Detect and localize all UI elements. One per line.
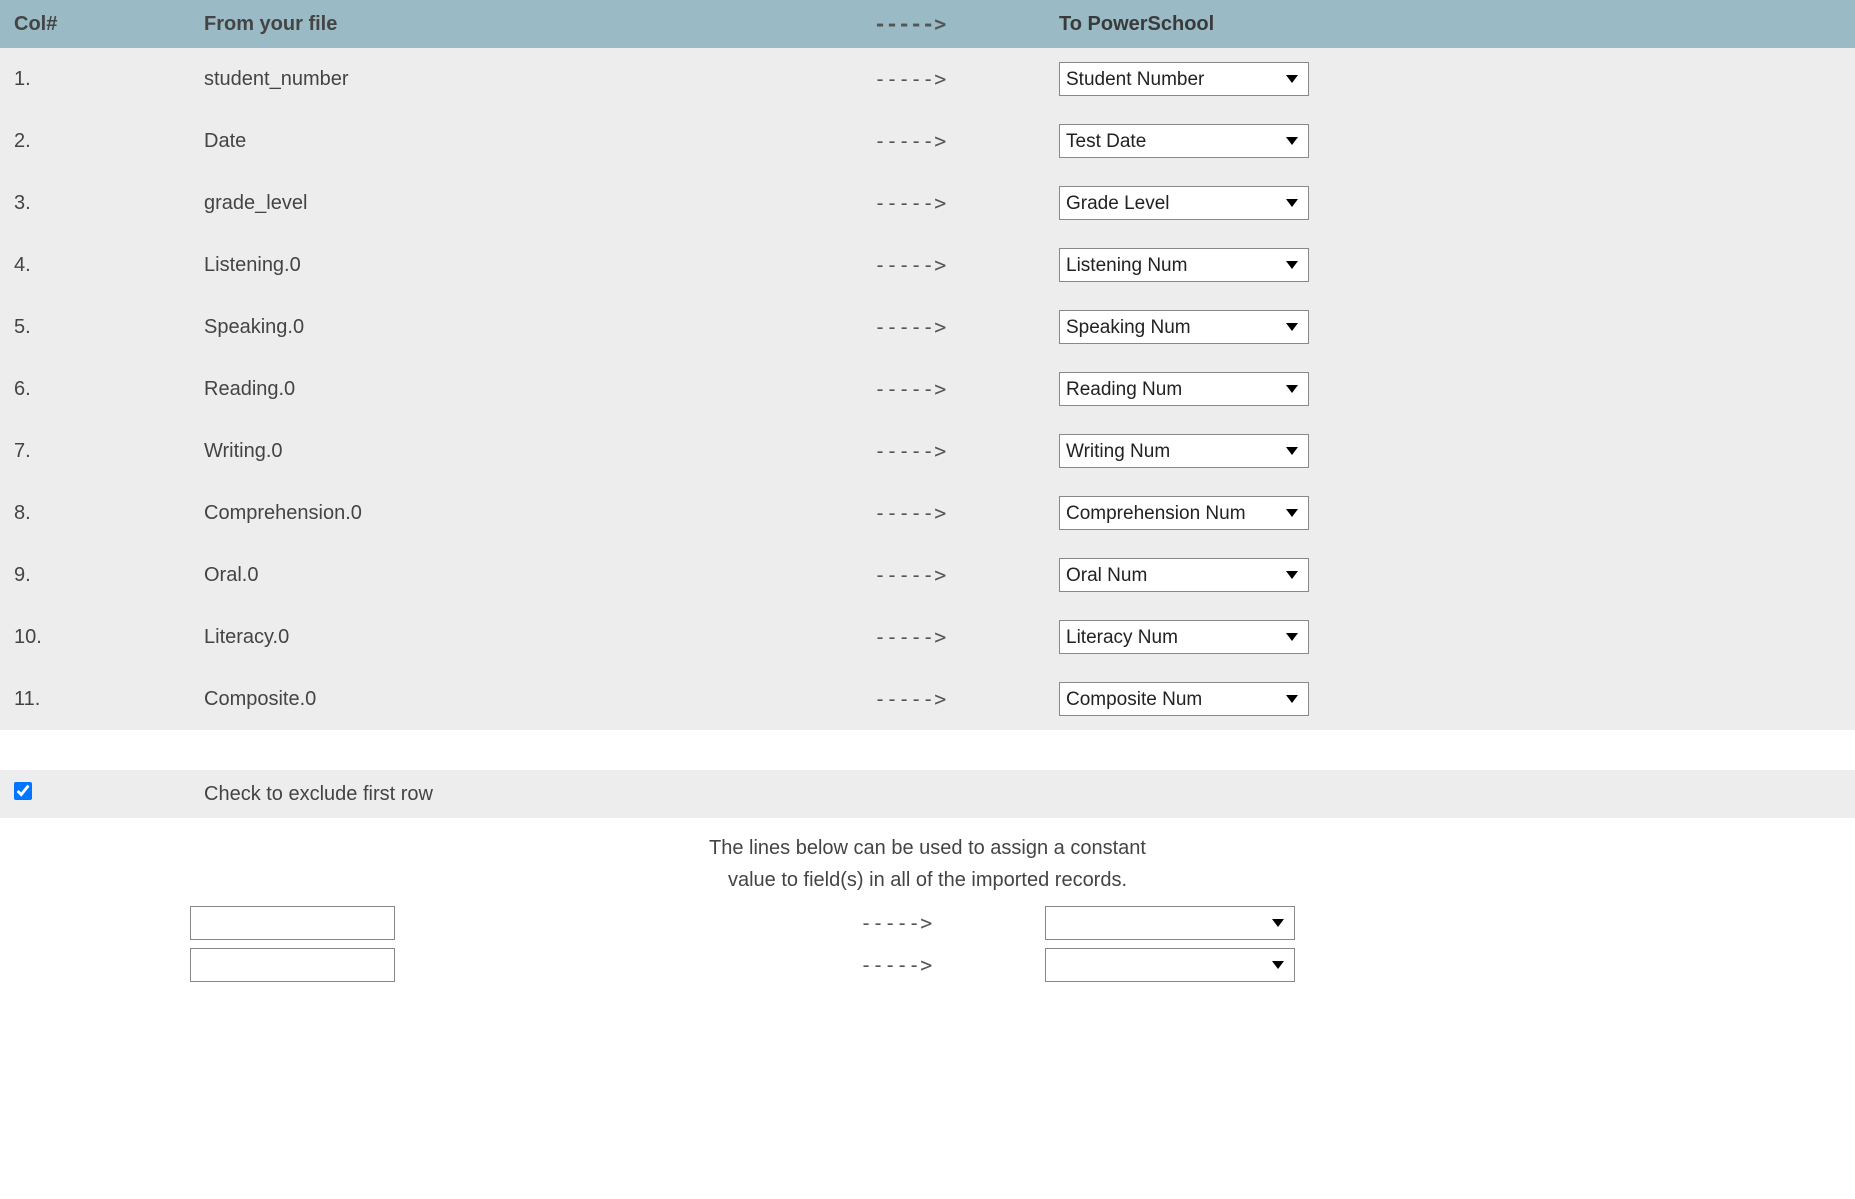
row-col-num: 8. bbox=[0, 482, 190, 544]
table-row: 2.Date-----> Test Date bbox=[0, 110, 1855, 172]
constant-note-line1: The lines below can be used to assign a … bbox=[0, 832, 1855, 864]
row-from-field: Literacy.0 bbox=[190, 606, 860, 668]
header-col-num: Col# bbox=[0, 0, 190, 48]
row-to-cell: Test Date bbox=[1045, 110, 1855, 172]
row-to-cell: Speaking Num bbox=[1045, 296, 1855, 358]
arrow-icon: -----> bbox=[860, 296, 1045, 358]
table-header-row: Col# From your file -----> To PowerSchoo… bbox=[0, 0, 1855, 48]
mapping-select[interactable]: Composite Num bbox=[1059, 682, 1309, 716]
row-from-field: Listening.0 bbox=[190, 234, 860, 296]
mapping-table: Col# From your file -----> To PowerSchoo… bbox=[0, 0, 1855, 730]
exclude-first-row-section: Check to exclude first row bbox=[0, 770, 1855, 818]
constant-target-select[interactable] bbox=[1045, 906, 1295, 940]
row-to-cell: Oral Num bbox=[1045, 544, 1855, 606]
row-from-field: Reading.0 bbox=[190, 358, 860, 420]
row-to-cell: Grade Level bbox=[1045, 172, 1855, 234]
exclude-first-row-checkbox[interactable] bbox=[14, 782, 32, 800]
arrow-icon: -----> bbox=[860, 110, 1045, 172]
table-row: 5.Speaking.0-----> Speaking Num bbox=[0, 296, 1855, 358]
table-row: 6.Reading.0-----> Reading Num bbox=[0, 358, 1855, 420]
constant-note-line2: value to field(s) in all of the imported… bbox=[0, 864, 1855, 896]
row-to-cell: Literacy Num bbox=[1045, 606, 1855, 668]
row-to-cell: Comprehension Num bbox=[1045, 482, 1855, 544]
table-row: 4.Listening.0-----> Listening Num bbox=[0, 234, 1855, 296]
mapping-select[interactable]: Test Date bbox=[1059, 124, 1309, 158]
arrow-icon: -----> bbox=[860, 172, 1045, 234]
header-from: From your file bbox=[190, 0, 860, 48]
arrow-icon: -----> bbox=[860, 911, 1045, 935]
row-from-field: grade_level bbox=[190, 172, 860, 234]
row-to-cell: Listening Num bbox=[1045, 234, 1855, 296]
constant-value-input[interactable] bbox=[190, 948, 395, 982]
mapping-select[interactable]: Listening Num bbox=[1059, 248, 1309, 282]
table-row: 11.Composite.0-----> Composite Num bbox=[0, 668, 1855, 730]
mapping-select[interactable]: Student Number bbox=[1059, 62, 1309, 96]
row-from-field: student_number bbox=[190, 48, 860, 110]
header-arrow: -----> bbox=[860, 0, 1045, 48]
constant-value-input[interactable] bbox=[190, 906, 395, 940]
table-row: 1.student_number-----> Student Number bbox=[0, 48, 1855, 110]
table-row: 7.Writing.0-----> Writing Num bbox=[0, 420, 1855, 482]
row-to-cell: Writing Num bbox=[1045, 420, 1855, 482]
arrow-icon: -----> bbox=[860, 668, 1045, 730]
mapping-select[interactable]: Reading Num bbox=[1059, 372, 1309, 406]
mapping-select[interactable]: Oral Num bbox=[1059, 558, 1309, 592]
mapping-select[interactable]: Literacy Num bbox=[1059, 620, 1309, 654]
row-col-num: 4. bbox=[0, 234, 190, 296]
constant-row: -----> bbox=[0, 944, 1855, 986]
row-from-field: Comprehension.0 bbox=[190, 482, 860, 544]
arrow-icon: -----> bbox=[860, 953, 1045, 977]
row-to-cell: Student Number bbox=[1045, 48, 1855, 110]
header-to: To PowerSchool bbox=[1045, 0, 1855, 48]
row-from-field: Composite.0 bbox=[190, 668, 860, 730]
row-col-num: 9. bbox=[0, 544, 190, 606]
mapping-select[interactable]: Writing Num bbox=[1059, 434, 1309, 468]
table-row: 8.Comprehension.0-----> Comprehension Num bbox=[0, 482, 1855, 544]
constant-row: -----> bbox=[0, 902, 1855, 944]
arrow-icon: -----> bbox=[860, 606, 1045, 668]
table-row: 10.Literacy.0-----> Literacy Num bbox=[0, 606, 1855, 668]
row-to-cell: Composite Num bbox=[1045, 668, 1855, 730]
table-row: 3.grade_level-----> Grade Level bbox=[0, 172, 1855, 234]
mapping-select[interactable]: Grade Level bbox=[1059, 186, 1309, 220]
row-col-num: 2. bbox=[0, 110, 190, 172]
row-from-field: Writing.0 bbox=[190, 420, 860, 482]
arrow-icon: -----> bbox=[860, 482, 1045, 544]
constant-note: The lines below can be used to assign a … bbox=[0, 818, 1855, 902]
arrow-icon: -----> bbox=[860, 234, 1045, 296]
row-col-num: 10. bbox=[0, 606, 190, 668]
arrow-icon: -----> bbox=[860, 420, 1045, 482]
exclude-first-row-label: Check to exclude first row bbox=[204, 783, 433, 806]
arrow-icon: -----> bbox=[860, 358, 1045, 420]
row-col-num: 5. bbox=[0, 296, 190, 358]
row-col-num: 6. bbox=[0, 358, 190, 420]
arrow-icon: -----> bbox=[860, 544, 1045, 606]
row-col-num: 7. bbox=[0, 420, 190, 482]
arrow-icon: -----> bbox=[860, 48, 1045, 110]
row-from-field: Speaking.0 bbox=[190, 296, 860, 358]
row-from-field: Date bbox=[190, 110, 860, 172]
row-col-num: 1. bbox=[0, 48, 190, 110]
row-col-num: 11. bbox=[0, 668, 190, 730]
mapping-select[interactable]: Speaking Num bbox=[1059, 310, 1309, 344]
constant-target-select[interactable] bbox=[1045, 948, 1295, 982]
row-to-cell: Reading Num bbox=[1045, 358, 1855, 420]
row-col-num: 3. bbox=[0, 172, 190, 234]
table-row: 9.Oral.0-----> Oral Num bbox=[0, 544, 1855, 606]
mapping-select[interactable]: Comprehension Num bbox=[1059, 496, 1309, 530]
row-from-field: Oral.0 bbox=[190, 544, 860, 606]
